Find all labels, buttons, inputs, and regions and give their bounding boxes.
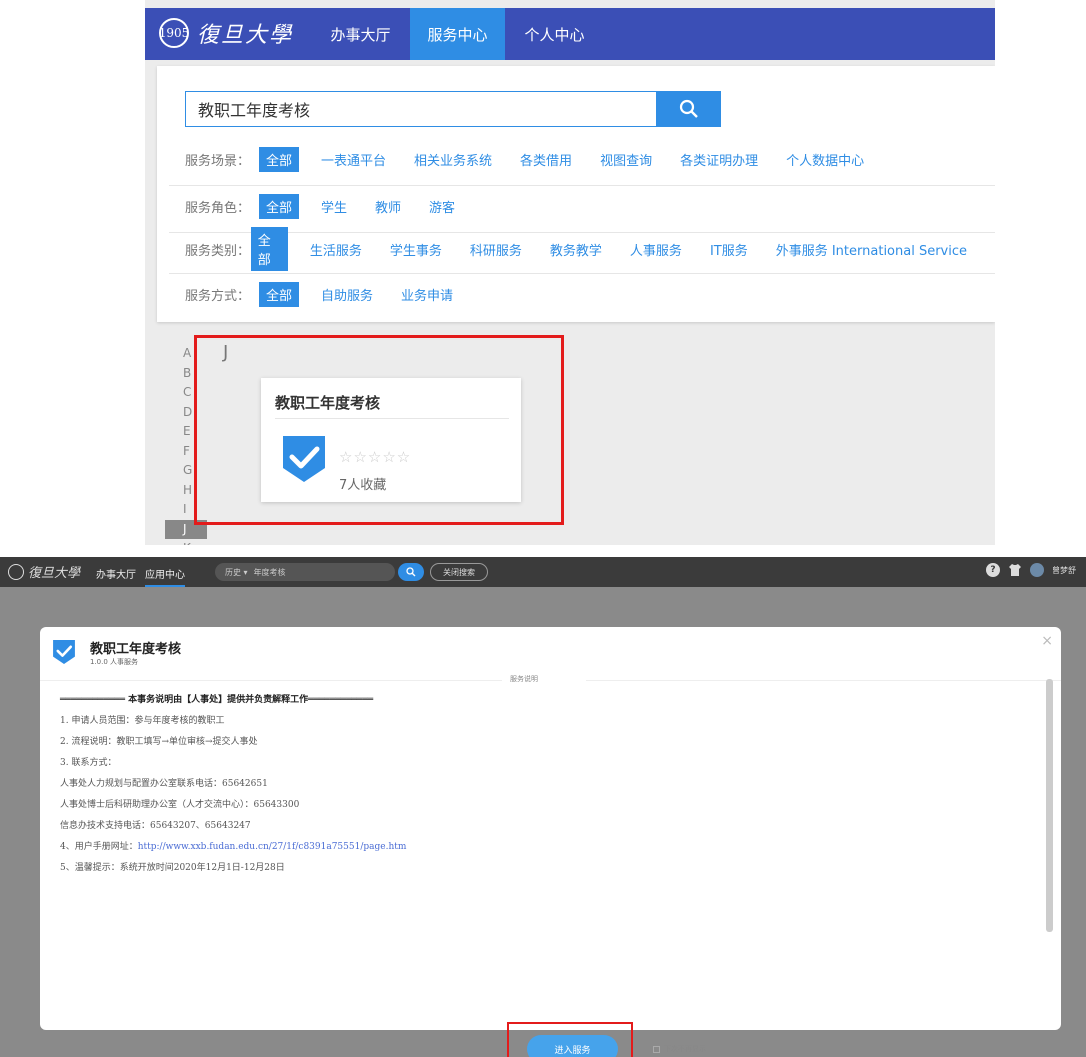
description-line: 信息办技术支持电话：65643207、65643247 <box>60 821 251 831</box>
filter-item[interactable]: 视图查询 <box>600 150 652 169</box>
filter-item[interactable]: 相关业务系统 <box>414 150 492 169</box>
filter-label: 服务类别： <box>185 243 251 259</box>
filter-item[interactable]: 自助服务 <box>321 285 373 304</box>
service-modal: × 教职工年度考核 1.0.0 人事服务 服务说明 ════════════ 本… <box>40 627 1061 1057</box>
top-bar: 復旦大學 办事大厅 应用中心 历史 ▾ 年度考核 关闭搜索 ? 曾梦舒 <box>0 557 1086 587</box>
filter-item[interactable]: 人事服务 <box>630 240 682 259</box>
close-search-button[interactable]: 关闭搜索 <box>430 563 488 581</box>
search-button[interactable] <box>657 91 721 127</box>
search-bar: 教职工年度考核 <box>185 91 721 127</box>
seal-icon: 1905 <box>159 18 189 48</box>
search-history-dropdown[interactable]: 历史 ▾ <box>225 567 248 578</box>
description-line: 1. 申请人员范围：参与年度考核的教职工 <box>60 716 225 726</box>
help-icon[interactable]: ? <box>986 563 1000 577</box>
highlight-box <box>507 1022 633 1057</box>
filter-item[interactable]: 游客 <box>429 197 455 216</box>
filter-item[interactable]: 教务教学 <box>550 240 602 259</box>
top-header: 1905 復旦大學 办事大厅 服务中心 个人中心 <box>145 8 995 60</box>
filter-item[interactable]: 个人数据中心 <box>786 150 864 169</box>
description-line: 2. 流程说明：教职工填写→单位审核→提交人事处 <box>60 737 258 747</box>
tab-service-description[interactable]: 服务说明 <box>510 674 538 684</box>
search-button[interactable] <box>398 563 424 581</box>
link-label: 4、用户手册网址： <box>60 842 138 852</box>
filter-item[interactable]: 业务申请 <box>401 285 453 304</box>
checkbox[interactable] <box>653 1045 660 1053</box>
nav-service-center[interactable]: 服务中心 <box>410 8 505 60</box>
filter-item[interactable]: 生活服务 <box>310 240 362 259</box>
bottom-screenshot: 復旦大學 办事大厅 应用中心 历史 ▾ 年度考核 关闭搜索 ? 曾梦舒 × 教职… <box>0 557 1086 1057</box>
nav-office-hall[interactable]: 办事大厅 <box>313 8 408 60</box>
top-screenshot: 1905 復旦大學 办事大厅 服务中心 个人中心 教职工年度考核 服务场景： 全… <box>145 0 995 545</box>
filter-item[interactable]: IT服务 <box>710 240 748 259</box>
logo-text: 復旦大學 <box>197 23 294 48</box>
filter-item[interactable]: 教师 <box>375 197 401 216</box>
checkmark-shield-icon <box>53 640 75 664</box>
divider <box>169 185 995 186</box>
filter-all-button[interactable]: 全部 <box>259 281 300 307</box>
filter-item[interactable]: 学生 <box>321 197 347 216</box>
filter-label: 服务角色： <box>185 200 251 216</box>
search-icon <box>679 99 698 118</box>
filter-row-scene: 服务场景： 全部 一表通平台 相关业务系统 各类借用 视图查询 各类证明办理 个… <box>185 146 892 172</box>
description-line: 3. 联系方式： <box>60 758 117 768</box>
filter-item[interactable]: 科研服务 <box>470 240 522 259</box>
logo-text: 復旦大學 <box>28 566 81 581</box>
avatar[interactable] <box>1030 563 1044 577</box>
modal-subtitle: 1.0.0 人事服务 <box>90 658 139 666</box>
university-logo[interactable]: 1905 復旦大學 <box>159 14 293 52</box>
highlight-box <box>194 335 564 525</box>
description-line: 4、用户手册网址：http://www.xxb.fudan.edu.cn/27/… <box>60 839 1040 860</box>
description-header: ════════════ 本事务说明由【人事处】提供并负责解释工作═══════… <box>60 695 374 705</box>
filter-all-button[interactable]: 全部 <box>259 193 300 219</box>
filter-label: 服务方式： <box>185 288 251 304</box>
filter-item[interactable]: 各类证明办理 <box>680 150 758 169</box>
filter-row-method: 服务方式： 全部 自助服务 业务申请 <box>185 281 481 307</box>
filter-all-button[interactable]: 全部 <box>259 146 300 172</box>
modal-footer: 进入服务 下次不再显示 <box>60 892 1081 1057</box>
filter-row-category: 服务类别： 全部 生活服务 学生事务 科研服务 教务教学 人事服务 IT服务 外… <box>185 227 995 271</box>
shirt-icon[interactable] <box>1008 563 1022 577</box>
scrollbar[interactable] <box>1046 679 1053 932</box>
description-line: 人事处博士后科研助理办公室（人才交流中心）：65643300 <box>60 800 300 810</box>
search-input[interactable]: 历史 ▾ 年度考核 <box>215 563 395 581</box>
alpha-item[interactable]: K <box>183 539 207 545</box>
seal-icon <box>8 563 24 580</box>
nav-personal-center[interactable]: 个人中心 <box>507 8 602 60</box>
nav-app-center[interactable]: 应用中心 <box>145 566 185 587</box>
description-line: 5、温馨提示：系统开放时间2020年12月1日-12月28日 <box>60 863 285 873</box>
filter-row-role: 服务角色： 全部 学生 教师 游客 <box>185 193 483 219</box>
filter-item[interactable]: 各类借用 <box>520 150 572 169</box>
dont-show-label: 下次不再显示 <box>664 1045 706 1053</box>
university-logo[interactable]: 復旦大學 <box>8 562 80 581</box>
manual-link[interactable]: http://www.xxb.fudan.edu.cn/27/1f/c8391a… <box>138 842 407 852</box>
dont-show-again[interactable]: 下次不再显示 <box>653 1044 706 1054</box>
filter-item[interactable]: 外事服务 International Service <box>776 240 967 259</box>
filter-all-button[interactable]: 全部 <box>250 227 288 271</box>
filter-label: 服务场景： <box>185 153 251 169</box>
search-value: 年度考核 <box>253 567 286 577</box>
filter-item[interactable]: 学生事务 <box>390 240 442 259</box>
search-icon <box>406 567 416 577</box>
modal-title: 教职工年度考核 <box>90 642 182 657</box>
divider <box>169 232 995 233</box>
user-name[interactable]: 曾梦舒 <box>1052 565 1076 576</box>
search-input[interactable]: 教职工年度考核 <box>185 91 657 127</box>
filter-item[interactable]: 一表通平台 <box>321 150 386 169</box>
divider <box>169 273 995 274</box>
description-line: 人事处人力规划与配置办公室联系电话：65642651 <box>60 779 268 789</box>
user-area: ? 曾梦舒 <box>986 563 1076 577</box>
close-icon[interactable]: × <box>1041 633 1053 649</box>
nav-office-hall[interactable]: 办事大厅 <box>96 566 136 581</box>
modal-description: ════════════ 本事务说明由【人事处】提供并负责解释工作═══════… <box>60 692 1040 1057</box>
filter-panel: 教职工年度考核 服务场景： 全部 一表通平台 相关业务系统 各类借用 视图查询 … <box>157 66 995 322</box>
